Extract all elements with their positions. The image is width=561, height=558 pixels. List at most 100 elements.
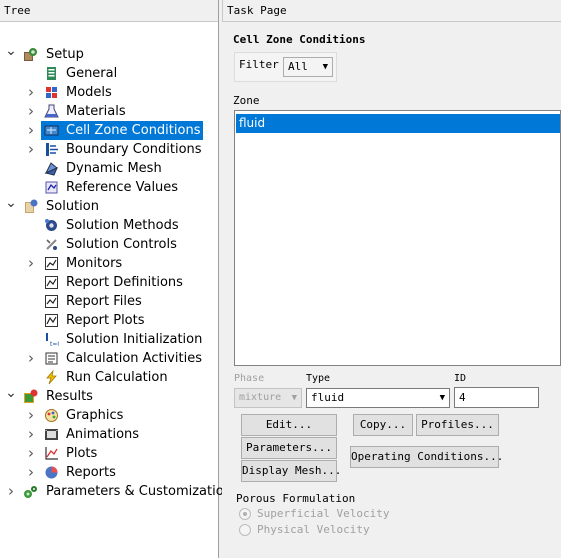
tree-item-solution[interactable]: ⌄ Solution: [0, 196, 218, 216]
tree-item-calculation-activities[interactable]: › Calculation Activities: [0, 349, 218, 368]
tree-item-plots[interactable]: › Plots: [0, 444, 218, 463]
report-files-icon: [44, 294, 59, 309]
reference-values-icon: [44, 180, 59, 195]
tree-item-monitors[interactable]: › Monitors: [0, 254, 218, 273]
chevron-right-icon[interactable]: ›: [25, 463, 37, 482]
tree-item-label: Report Plots: [66, 313, 145, 328]
tree-item-label: Graphics: [66, 408, 124, 423]
calculation-activities-icon: [44, 351, 59, 366]
display-mesh-button[interactable]: Display Mesh...: [241, 460, 341, 482]
tree-item-models[interactable]: › Models: [0, 83, 218, 102]
tree-item-animations[interactable]: › Animations: [0, 425, 218, 444]
phase-dropdown: mixture ▼: [234, 388, 302, 408]
zone-list[interactable]: fluid: [234, 110, 561, 366]
solution-controls-icon: [44, 237, 59, 252]
chevron-down-icon: ▼: [291, 393, 297, 403]
tree-item-label: Solution Controls: [66, 237, 177, 252]
page-title: Cell Zone Conditions: [233, 33, 366, 46]
initialization-icon: t=0: [44, 332, 61, 348]
zone-item-fluid[interactable]: fluid: [236, 114, 560, 133]
chevron-right-icon[interactable]: ›: [25, 121, 37, 140]
monitors-icon: [44, 256, 59, 271]
graphics-icon: [44, 408, 59, 423]
plots-icon: [44, 446, 59, 461]
tree-item-report-plots[interactable]: Report Plots: [0, 311, 218, 330]
chevron-right-icon[interactable]: ›: [25, 349, 37, 368]
id-label: ID: [454, 373, 467, 384]
profiles-button[interactable]: Profiles...: [416, 414, 499, 436]
tree-item-solution-controls[interactable]: Solution Controls: [0, 235, 218, 254]
svg-text:t=0: t=0: [50, 341, 59, 347]
chevron-down-icon[interactable]: ⌄: [5, 44, 17, 64]
tree-item-label: Cell Zone Conditions: [63, 121, 204, 140]
parameters-icon: [23, 484, 38, 499]
report-plots-icon: [44, 313, 59, 328]
parameters-button[interactable]: Parameters...: [241, 437, 337, 459]
results-icon: [23, 389, 38, 404]
chevron-right-icon[interactable]: ›: [25, 140, 37, 159]
filter-dropdown[interactable]: All ▼: [283, 57, 333, 77]
tree-item-label: Monitors: [66, 256, 123, 271]
tree-item-general[interactable]: General: [0, 64, 218, 83]
tree-item-solution-initialization[interactable]: t=0 Solution Initialization: [0, 330, 218, 349]
tree-item-label: Report Files: [66, 294, 142, 309]
porous-formulation-title: Porous Formulation: [236, 492, 356, 505]
tree-item-label: Setup: [46, 47, 84, 62]
tree-item-cell-zone-conditions[interactable]: › Cell Zone Conditions: [0, 121, 218, 140]
tree-item-materials[interactable]: › Materials: [0, 102, 218, 121]
tree-header: Tree: [0, 0, 218, 22]
cell-zone-icon: [44, 123, 59, 138]
filter-value: All: [288, 60, 308, 73]
chevron-right-icon[interactable]: ›: [25, 254, 37, 273]
tree-item-label: Results: [46, 389, 93, 404]
task-panel: Task Page Cell Zone Conditions Filter Al…: [222, 0, 561, 558]
tree-item-report-definitions[interactable]: Report Definitions: [0, 273, 218, 292]
tree-item-reference-values[interactable]: Reference Values: [0, 178, 218, 197]
radio-label: Superficial Velocity: [257, 507, 390, 520]
tree-item-label: Animations: [66, 427, 140, 442]
tree-item-reports[interactable]: › Reports: [0, 463, 218, 482]
operating-conditions-button[interactable]: Operating Conditions...: [350, 446, 503, 468]
tree-item-parameters-customization[interactable]: › Parameters & Customization: [0, 482, 232, 501]
reports-icon: [44, 465, 59, 480]
tree-item-dynamic-mesh[interactable]: Dynamic Mesh: [0, 159, 218, 178]
tree-item-label: Dynamic Mesh: [66, 161, 162, 176]
tree-panel: Tree ⌄ Setup General › Models › Materials › Cell…: [0, 0, 232, 558]
tree-item-solution-methods[interactable]: Solution Methods: [0, 216, 218, 235]
edit-button[interactable]: Edit...: [241, 414, 337, 436]
tree-item-label: Report Definitions: [66, 275, 183, 290]
chevron-right-icon[interactable]: ›: [25, 83, 37, 102]
chevron-down-icon[interactable]: ⌄: [5, 386, 17, 406]
materials-icon: [44, 104, 59, 119]
tree-item-label: Solution Initialization: [66, 332, 203, 347]
zone-label: Zone: [233, 94, 260, 107]
tree-item-graphics[interactable]: › Graphics: [0, 406, 218, 425]
tree-item-label: Reference Values: [66, 180, 179, 195]
tree-item-setup[interactable]: ⌄ Setup: [0, 44, 218, 64]
chevron-down-icon[interactable]: ⌄: [5, 196, 17, 216]
chevron-right-icon[interactable]: ›: [25, 406, 37, 425]
chevron-right-icon[interactable]: ›: [5, 482, 17, 501]
tree-item-label: Calculation Activities: [66, 351, 202, 366]
run-calculation-icon: [44, 369, 59, 385]
tree-item-label: Run Calculation: [66, 370, 168, 385]
chevron-right-icon[interactable]: ›: [25, 102, 37, 121]
report-definitions-icon: [44, 275, 59, 290]
tree-item-label: Reports: [66, 465, 116, 480]
setup-icon: [23, 47, 38, 62]
chevron-right-icon[interactable]: ›: [25, 425, 37, 444]
filter-group: Filter All ▼: [234, 52, 337, 82]
animations-icon: [44, 427, 59, 442]
tree-item-label: Parameters & Customization: [46, 484, 232, 499]
tree-item-run-calculation[interactable]: Run Calculation: [0, 368, 218, 387]
tree-item-boundary-conditions[interactable]: › Boundary Conditions: [0, 140, 218, 159]
tree-item-results[interactable]: ⌄ Results: [0, 386, 218, 406]
tree-item-report-files[interactable]: Report Files: [0, 292, 218, 311]
chevron-down-icon: ▼: [439, 393, 445, 403]
tree-item-label: Plots: [66, 446, 98, 461]
radio-label: Physical Velocity: [257, 523, 370, 536]
chevron-right-icon[interactable]: ›: [25, 444, 37, 463]
id-input[interactable]: 4: [454, 387, 539, 408]
copy-button[interactable]: Copy...: [353, 414, 413, 436]
type-dropdown[interactable]: fluid ▼: [306, 388, 450, 408]
